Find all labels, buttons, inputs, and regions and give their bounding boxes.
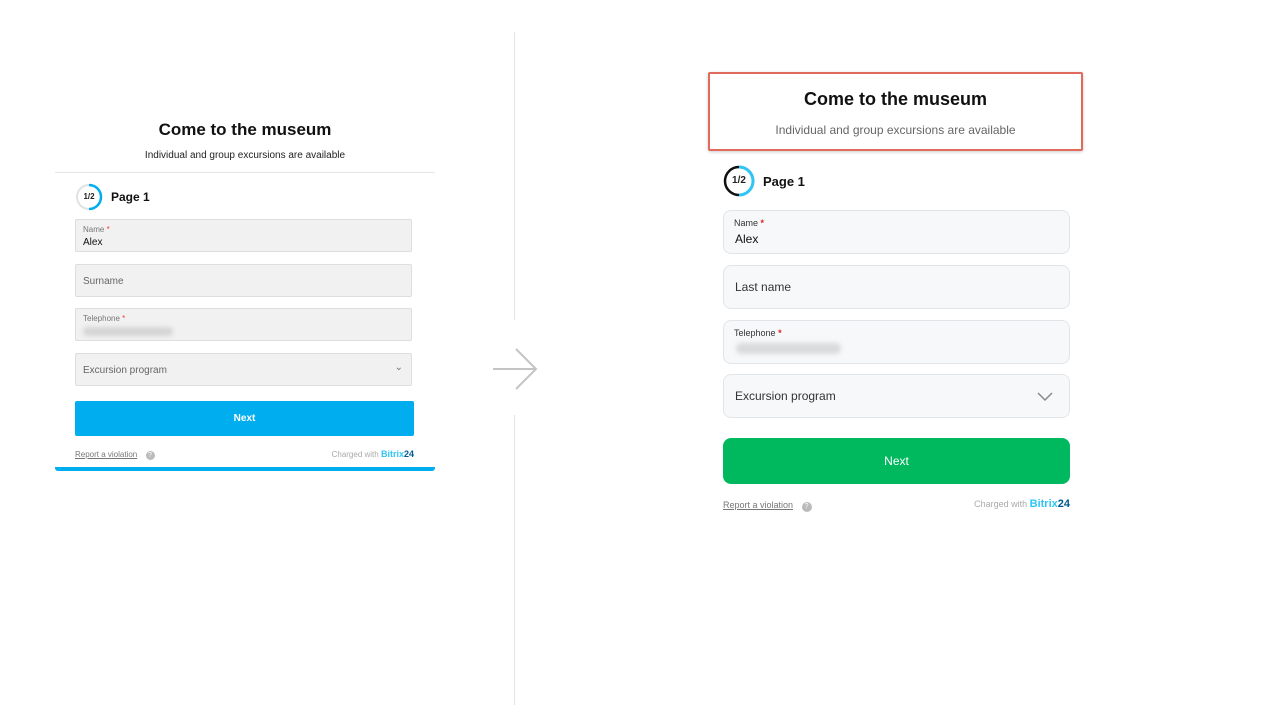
form-footer: Report a violation ? Charged with Bitrix… [723, 498, 1070, 512]
help-icon[interactable]: ? [801, 502, 812, 512]
form-bottom-bar [55, 467, 435, 471]
form-subtitle: Individual and group excursions are avai… [144, 150, 346, 161]
chevron-down-icon: ⌄ [394, 362, 403, 373]
form-footer: Report a violation ? Charged with Bitrix… [75, 449, 414, 460]
next-button[interactable]: Next [75, 401, 414, 436]
progress-ring-icon: 1/2 [723, 165, 755, 197]
surname-field[interactable]: Surname [75, 264, 412, 297]
bitrix-logo[interactable]: Bitrix24 [1030, 498, 1070, 510]
excursion-select[interactable]: Excursion program [723, 374, 1070, 418]
next-button[interactable]: Next [723, 438, 1070, 484]
name-value: Alex [735, 232, 759, 246]
highlighted-header [708, 72, 1083, 151]
lastname-placeholder: Last name [735, 280, 792, 294]
charged-with: Charged with Bitrix24 [974, 498, 1070, 510]
page-label: Page 1 [111, 190, 150, 204]
blurred-phone-value [736, 343, 841, 354]
progress-ring-icon: 1/2 [75, 183, 103, 211]
telephone-field[interactable]: Telephone * [723, 320, 1070, 364]
arrow-right-icon [490, 346, 540, 392]
surname-placeholder: Surname [83, 276, 124, 287]
bitrix-logo[interactable]: Bitrix24 [381, 449, 414, 459]
header-separator [55, 172, 435, 173]
name-label: Name * [734, 218, 765, 228]
page-label: Page 1 [763, 173, 805, 189]
chevron-down-icon [1037, 389, 1053, 407]
telephone-label: Telephone * [83, 314, 126, 323]
name-value: Alex [83, 237, 103, 248]
old-form: Come to the museum Individual and group … [55, 110, 435, 471]
divider-bottom [514, 415, 515, 705]
name-field[interactable]: Name * Alex [75, 219, 412, 252]
excursion-placeholder: Excursion program [83, 365, 167, 376]
step-indicator: 1/2 Page 1 [75, 181, 435, 213]
name-label: Name * [83, 225, 110, 234]
excursion-select[interactable]: Excursion program ⌄ [75, 353, 412, 386]
charged-with: Charged with Bitrix24 [331, 449, 414, 459]
lastname-field[interactable]: Last name [723, 265, 1070, 309]
step-indicator: 1/2 Page 1 [723, 165, 805, 197]
excursion-placeholder: Excursion program [735, 389, 836, 403]
telephone-field[interactable]: Telephone * [75, 308, 412, 341]
form-subtitle: Individual and group excursions are avai… [775, 123, 1016, 137]
blurred-phone-value [83, 327, 173, 336]
name-field[interactable]: Name * Alex [723, 210, 1070, 254]
report-violation-link[interactable]: Report a violation [723, 500, 793, 510]
form-title: Come to the museum [158, 120, 332, 139]
telephone-label: Telephone * [734, 328, 782, 338]
step-badge: 1/2 [83, 192, 95, 201]
step-badge: 1/2 [732, 175, 746, 186]
help-icon[interactable]: ? [145, 451, 155, 460]
report-violation-link[interactable]: Report a violation [75, 450, 137, 459]
divider-top [514, 32, 515, 320]
form-title: Come to the museum [803, 89, 988, 109]
